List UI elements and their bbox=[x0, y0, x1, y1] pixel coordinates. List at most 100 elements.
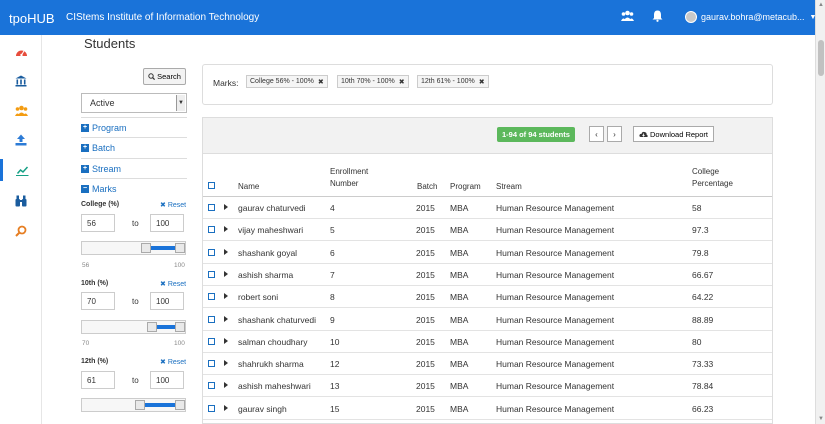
facet-batch[interactable]: + Batch bbox=[81, 137, 187, 157]
close-icon[interactable]: ✖ bbox=[479, 78, 485, 86]
scrollbar-thumb[interactable] bbox=[818, 40, 824, 76]
rail-students[interactable] bbox=[0, 99, 42, 121]
expand-caret-icon[interactable] bbox=[224, 270, 228, 277]
expand-caret-icon[interactable] bbox=[224, 360, 228, 367]
slider-handle-min[interactable] bbox=[134, 400, 145, 410]
table-row[interactable]: vijay maheshwari 5 2015 MBA Human Resource M… bbox=[203, 219, 772, 242]
col-header-name[interactable]: Name bbox=[238, 181, 259, 193]
tenth-from-input[interactable]: 70 bbox=[81, 292, 115, 310]
slider-handle-min[interactable] bbox=[140, 243, 151, 253]
facet-program[interactable]: + Program bbox=[81, 117, 187, 137]
college-slider[interactable] bbox=[81, 241, 186, 255]
program: MBA bbox=[450, 203, 469, 213]
rail-reports[interactable] bbox=[0, 159, 42, 181]
slider-handle-max[interactable] bbox=[175, 243, 185, 253]
col-header-batch[interactable]: Batch bbox=[417, 181, 437, 193]
download-report-button[interactable]: Download Report bbox=[633, 126, 714, 142]
download-report-label: Download Report bbox=[650, 129, 708, 139]
status-select-value: Active bbox=[90, 98, 115, 108]
college-percentage: 78.84 bbox=[692, 381, 714, 392]
search-button[interactable]: Search bbox=[143, 68, 186, 85]
college-to-input[interactable]: 100 bbox=[150, 214, 184, 232]
rail-upload[interactable] bbox=[0, 129, 42, 151]
row-checkbox[interactable] bbox=[208, 360, 215, 368]
brand-logo[interactable]: tpoHUB bbox=[9, 11, 55, 26]
chart-icon bbox=[16, 165, 29, 176]
expand-caret-icon[interactable] bbox=[224, 382, 228, 389]
table-row[interactable]: shashank goyal 6 2015 MBA Human Resource Man… bbox=[203, 242, 772, 264]
col-header-college[interactable]: College Percentage bbox=[692, 166, 747, 190]
table-row[interactable]: gaurav singh 15 2015 MBA Human Resource Mana… bbox=[203, 398, 772, 420]
tenth-slider[interactable] bbox=[81, 320, 186, 334]
row-checkbox[interactable] bbox=[208, 204, 215, 211]
student-name: salman choudhary bbox=[238, 336, 308, 347]
tenth-to-input[interactable]: 100 bbox=[150, 292, 184, 310]
expand-caret-icon[interactable] bbox=[224, 293, 228, 300]
table-row[interactable]: ashish maheshwari 13 2015 MBA Human Resource… bbox=[203, 375, 772, 398]
slider-handle-min[interactable] bbox=[147, 322, 158, 332]
batch: 2015 bbox=[416, 292, 435, 303]
status-select[interactable]: Active ▼ bbox=[81, 93, 187, 113]
row-checkbox[interactable] bbox=[208, 315, 215, 323]
icon-rail bbox=[0, 35, 42, 424]
close-icon[interactable]: ✖ bbox=[399, 78, 405, 86]
row-checkbox[interactable] bbox=[208, 226, 215, 234]
rail-institution[interactable] bbox=[0, 70, 42, 92]
row-checkbox[interactable] bbox=[208, 404, 215, 412]
table-row[interactable]: salman choudhary 10 2015 MBA Human Resource … bbox=[203, 331, 772, 353]
plus-icon: + bbox=[81, 143, 89, 152]
expand-caret-icon[interactable] bbox=[224, 315, 228, 322]
tenth-reset-link[interactable]: ✖ Reset bbox=[160, 280, 186, 288]
twelfth-reset-link[interactable]: ✖ Reset bbox=[160, 358, 186, 366]
facet-marks[interactable]: − Marks bbox=[81, 178, 187, 198]
next-page-button[interactable]: › bbox=[607, 126, 622, 142]
row-checkbox[interactable] bbox=[208, 293, 215, 301]
table-row[interactable]: shahrukh sharma 12 2015 MBA Human Resource M… bbox=[203, 353, 772, 376]
table-row[interactable]: shashank chaturvedi 9 2015 MBA Human Resourc… bbox=[203, 309, 772, 331]
twelfth-slider[interactable] bbox=[81, 398, 186, 412]
table-row[interactable]: gaurav chaturvedi 4 2015 MBA Human Resource … bbox=[203, 197, 772, 219]
prev-page-button[interactable]: ‹ bbox=[589, 126, 604, 142]
col-header-enrollment[interactable]: Enrollment Number bbox=[330, 166, 385, 190]
rail-dashboard[interactable] bbox=[0, 41, 42, 63]
slider-handle-max[interactable] bbox=[175, 400, 185, 410]
row-checkbox[interactable] bbox=[208, 270, 215, 278]
row-checkbox[interactable] bbox=[208, 382, 215, 390]
user-menu[interactable]: gaurav.bohra@metacub... ▼ bbox=[685, 11, 816, 23]
scroll-down-icon[interactable]: ▼ bbox=[818, 416, 824, 422]
bell-icon[interactable] bbox=[650, 9, 664, 23]
filter-chip-tenth: 10th 70% - 100% ✖ bbox=[337, 75, 409, 88]
college-from-input[interactable]: 56 bbox=[81, 214, 115, 232]
expand-caret-icon[interactable] bbox=[224, 404, 228, 411]
rail-search[interactable] bbox=[0, 220, 42, 242]
college-reset-link[interactable]: ✖ Reset bbox=[160, 201, 186, 209]
student-name: vijay maheshwari bbox=[238, 225, 304, 236]
college-percentage: 73.33 bbox=[692, 359, 714, 370]
facet-label: Batch bbox=[92, 142, 116, 153]
users-icon[interactable] bbox=[620, 9, 634, 23]
scroll-up-icon[interactable]: ▲ bbox=[818, 2, 824, 8]
slider-min-value: 70 bbox=[82, 340, 90, 347]
select-all-checkbox[interactable] bbox=[208, 182, 215, 189]
facet-stream[interactable]: + Stream bbox=[81, 158, 187, 178]
row-checkbox[interactable] bbox=[208, 337, 215, 345]
expand-caret-icon[interactable] bbox=[224, 248, 228, 255]
batch: 2015 bbox=[416, 403, 435, 414]
twelfth-from-input[interactable]: 61 bbox=[81, 371, 115, 389]
expand-caret-icon[interactable] bbox=[224, 337, 228, 344]
twelfth-to-input[interactable]: 100 bbox=[150, 371, 184, 389]
page-title: Students bbox=[84, 36, 136, 51]
expand-caret-icon[interactable] bbox=[224, 204, 228, 210]
col-header-stream[interactable]: Stream bbox=[496, 181, 522, 193]
table-row[interactable]: ashish sharma 7 2015 MBA Human Resource Mana… bbox=[203, 264, 772, 286]
close-icon[interactable]: ✖ bbox=[318, 78, 324, 86]
page-scrollbar[interactable]: ▲ ▼ bbox=[815, 0, 825, 424]
expand-caret-icon[interactable] bbox=[224, 226, 228, 233]
slider-handle-max[interactable] bbox=[175, 322, 185, 332]
rail-explore[interactable] bbox=[0, 190, 42, 212]
row-checkbox[interactable] bbox=[208, 248, 215, 256]
col-header-program[interactable]: Program bbox=[450, 181, 481, 193]
table-row[interactable]: robert soni 8 2015 MBA Human Resource Manage… bbox=[203, 286, 772, 309]
enrollment-number: 9 bbox=[330, 314, 335, 325]
upload-icon bbox=[15, 134, 27, 146]
